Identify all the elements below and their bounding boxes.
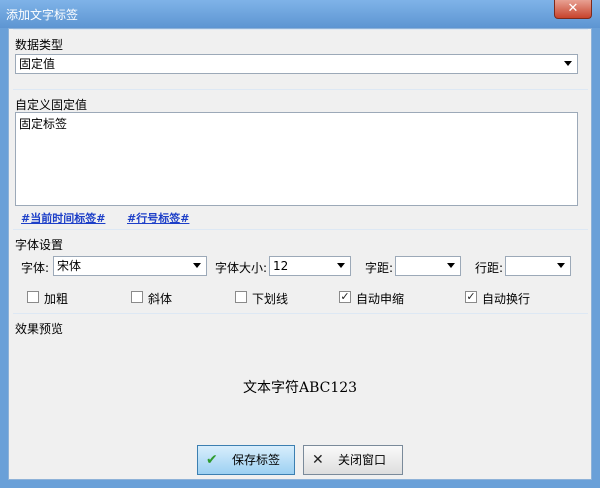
save-button[interactable]: ✔ 保存标签 — [197, 445, 295, 475]
close-window-button[interactable]: ✕ 关闭窗口 — [303, 445, 403, 475]
data-type-group: 数据类型 固定值 — [13, 29, 588, 90]
chevron-down-icon — [557, 263, 565, 268]
chevron-down-icon — [447, 263, 455, 268]
window-close-button[interactable]: ✕ — [554, 0, 592, 19]
custom-value-label: 自定义固定值 — [15, 98, 88, 112]
custom-value-text: 固定标签 — [19, 117, 68, 131]
save-button-label: 保存标签 — [232, 453, 281, 467]
line-spacing-label: 行距: — [475, 261, 504, 275]
auto-shrink-label: 自动申缩 — [356, 292, 405, 306]
close-icon: ✕ — [567, 1, 579, 16]
font-settings-label: 字体设置 — [15, 238, 64, 252]
chevron-down-icon — [564, 61, 572, 66]
x-icon: ✕ — [312, 452, 324, 468]
dialog-body: 数据类型 固定值 自定义固定值 固定标签 #当前时间标签# #行号标签# 字体设… — [8, 28, 592, 480]
font-settings-group: 字体设置 字体: 宋体 字体大小: 12 字距: 行距: 加粗 斜体 下划线 ✓… — [13, 229, 588, 314]
data-type-value: 固定值 — [19, 57, 56, 71]
window-title: 添加文字标签 — [6, 8, 79, 22]
italic-checkbox[interactable] — [131, 291, 143, 303]
dialog-window: 添加文字标签 ✕ 数据类型 固定值 自定义固定值 固定标签 #当前时间标签# #… — [0, 0, 600, 488]
current-time-tag-link[interactable]: #当前时间标签# — [21, 210, 105, 226]
data-type-label: 数据类型 — [15, 38, 64, 52]
bold-checkbox[interactable] — [27, 291, 39, 303]
preview-label: 效果预览 — [15, 322, 64, 336]
row-number-tag-link[interactable]: #行号标签# — [127, 210, 189, 226]
font-value: 宋体 — [57, 259, 82, 273]
line-spacing-select[interactable] — [505, 256, 571, 276]
font-size-label: 字体大小: — [215, 261, 268, 275]
char-spacing-select[interactable] — [395, 256, 461, 276]
font-label: 字体: — [21, 261, 50, 275]
font-size-select[interactable]: 12 — [269, 256, 351, 276]
checkmark-icon: ✓ — [466, 290, 476, 303]
preview-group: 效果预览 — [13, 313, 588, 432]
check-icon: ✔ — [206, 452, 218, 468]
font-size-value: 12 — [273, 259, 289, 273]
chevron-down-icon — [337, 263, 345, 268]
char-spacing-label: 字距: — [365, 261, 394, 275]
font-select[interactable]: 宋体 — [53, 256, 207, 276]
bold-label: 加粗 — [44, 292, 69, 306]
data-type-select[interactable]: 固定值 — [15, 54, 578, 74]
custom-value-group: 自定义固定值 固定标签 #当前时间标签# #行号标签# — [13, 89, 588, 230]
chevron-down-icon — [193, 263, 201, 268]
title-bar: 添加文字标签 ✕ — [0, 0, 600, 28]
italic-label: 斜体 — [148, 292, 173, 306]
preview-text: 文本字符ABC123 — [242, 380, 358, 396]
close-window-button-label: 关闭窗口 — [338, 453, 387, 467]
auto-shrink-checkbox[interactable]: ✓ — [339, 291, 351, 303]
underline-checkbox[interactable] — [235, 291, 247, 303]
auto-wrap-label: 自动换行 — [482, 292, 531, 306]
custom-value-textarea[interactable]: 固定标签 — [15, 112, 578, 206]
checkmark-icon: ✓ — [340, 290, 350, 303]
auto-wrap-checkbox[interactable]: ✓ — [465, 291, 477, 303]
underline-label: 下划线 — [252, 292, 289, 306]
